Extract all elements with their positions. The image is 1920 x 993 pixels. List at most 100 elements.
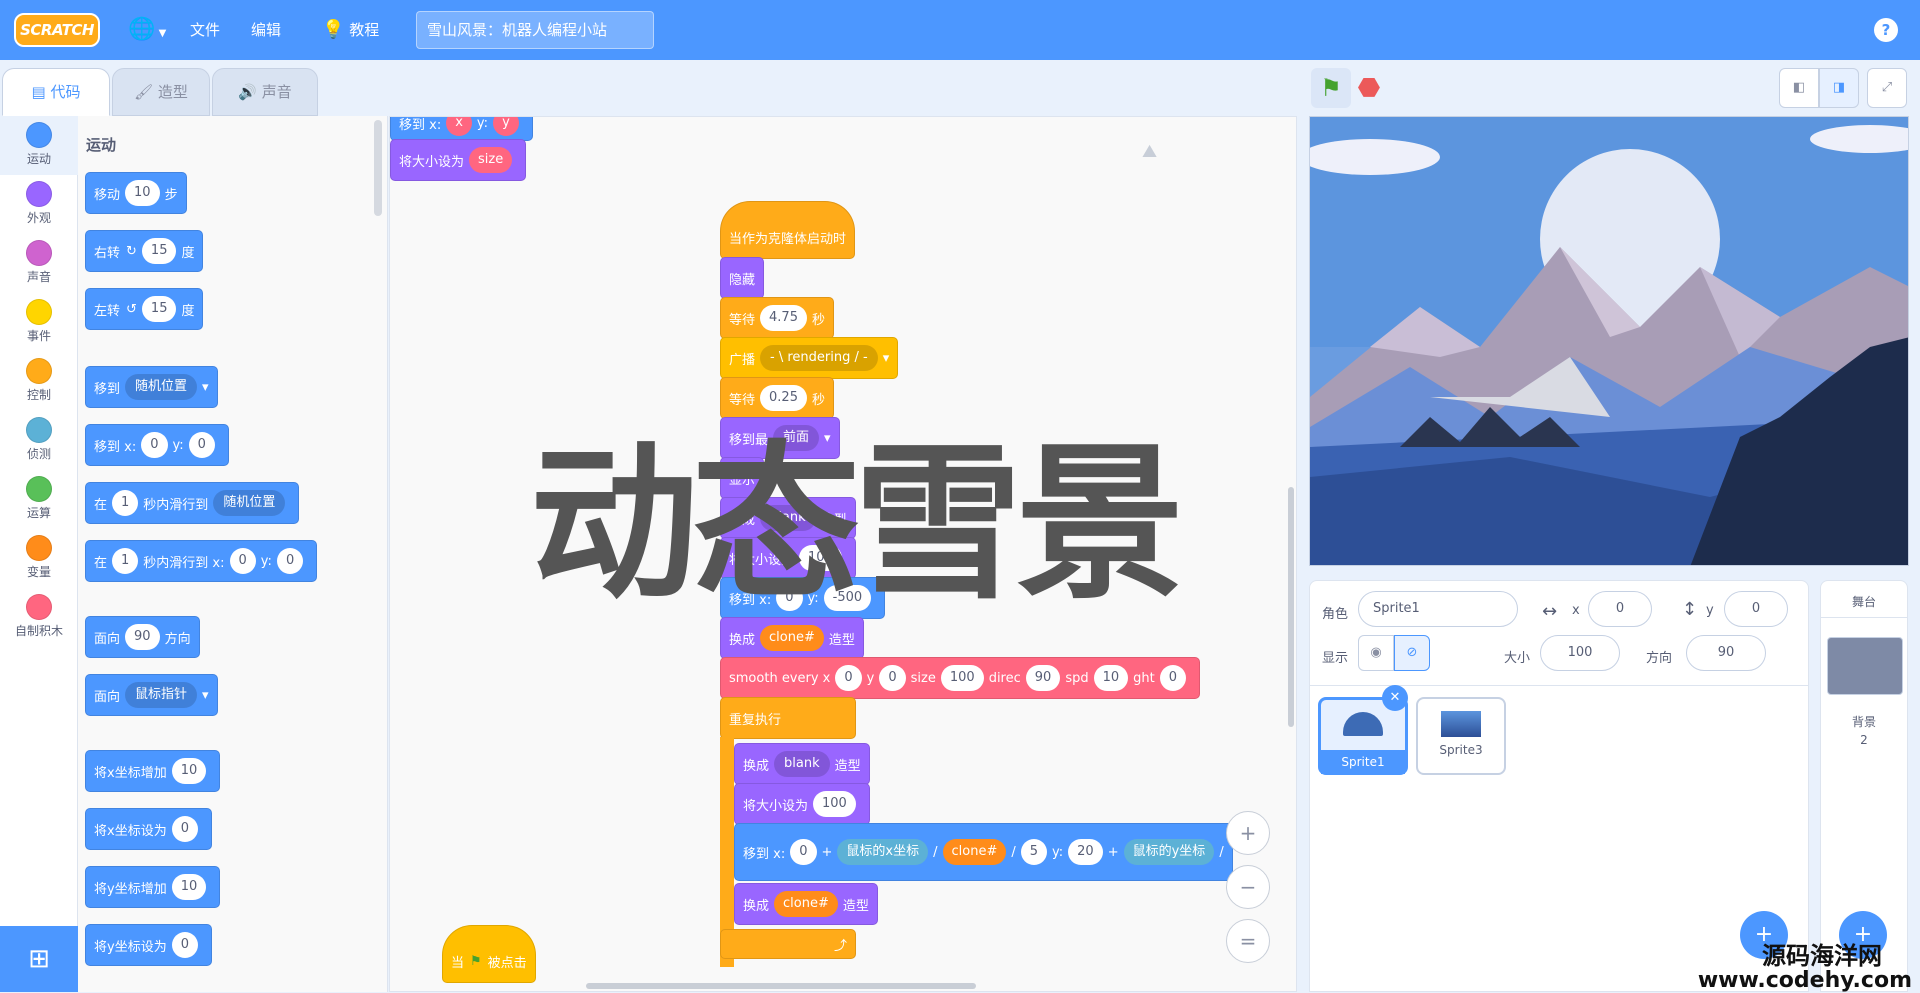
category-menu: 运动 外观 声音 事件 控制 侦测 运算 变量 自制积木 <box>0 116 78 926</box>
category-sound[interactable]: 声音 <box>0 234 78 293</box>
sprite-ghost-icon: ⛰ <box>1142 141 1172 159</box>
show-label: 显示 <box>1322 647 1348 666</box>
block-goto[interactable]: 移到随机位置▾ <box>85 366 218 408</box>
category-events[interactable]: 事件 <box>0 293 78 352</box>
category-label: 声音 <box>27 270 51 284</box>
block-glide-xy[interactable]: 在1秒内滑行到 x:0y:0 <box>85 540 317 582</box>
y-input[interactable]: 0 <box>1724 591 1788 627</box>
eye-slash-icon: ⊘ <box>1407 645 1418 660</box>
block-set-size[interactable]: 将大小设为size <box>390 139 526 181</box>
small-stage-icon: ◧ <box>1793 80 1805 95</box>
block-broadcast[interactable]: 广播- \ rendering / -▾ <box>720 337 898 379</box>
x-input[interactable]: 0 <box>1588 591 1652 627</box>
stage-canvas[interactable] <box>1309 116 1909 566</box>
block-switch-costume[interactable]: 换成blank造型 <box>734 743 870 785</box>
block-change-y[interactable]: 将y坐标增加10 <box>85 866 220 908</box>
show-visible-button[interactable]: ◉ <box>1358 635 1394 671</box>
stage-selector[interactable]: 舞台 背景 2 + <box>1820 580 1908 992</box>
category-dot <box>26 181 52 207</box>
block-hide[interactable]: 隐藏 <box>720 257 764 299</box>
size-input[interactable]: 100 <box>1540 635 1620 671</box>
category-dot <box>26 122 52 148</box>
tutorials-menu[interactable]: 💡 教程 <box>322 0 379 60</box>
block-move-steps[interactable]: 移动10步 <box>85 172 187 214</box>
block-goto-xy[interactable]: 移到 x:xy:y <box>390 116 533 141</box>
category-label: 运动 <box>27 152 51 166</box>
category-label: 变量 <box>27 565 51 579</box>
help-button[interactable]: ? <box>1874 18 1898 42</box>
tab-code[interactable]: ▤ 代码 <box>2 68 110 116</box>
backdrops-count: 2 <box>1821 733 1907 747</box>
tab-sounds-label: 声音 <box>262 83 292 101</box>
fullscreen-button[interactable]: ⤢ <box>1867 68 1907 108</box>
block-point-towards[interactable]: 面向鼠标指针▾ <box>85 674 218 716</box>
block-set-size[interactable]: 将大小设为100 <box>734 783 870 825</box>
workspace-h-scrollbar[interactable] <box>586 983 976 989</box>
category-dot <box>26 240 52 266</box>
small-stage-button[interactable]: ◧ <box>1779 68 1819 108</box>
category-label: 自制积木 <box>15 624 63 638</box>
block-set-y[interactable]: 将y坐标设为0 <box>85 924 212 966</box>
block-when-clone-starts[interactable]: 当作为克隆体启动时 <box>720 201 855 259</box>
project-title-input[interactable]: 雪山风景：机器人编程小站 <box>416 11 654 49</box>
snow-mountain-scene <box>1310 117 1909 566</box>
fullscreen-icon: ⤢ <box>1882 80 1892 95</box>
block-wait[interactable]: 等待4.75秒 <box>720 297 834 339</box>
category-control[interactable]: 控制 <box>0 352 78 411</box>
category-variables[interactable]: 变量 <box>0 529 78 588</box>
block-turn-right[interactable]: 右转↻15度 <box>85 230 203 272</box>
backdrop-thumbnail[interactable] <box>1827 637 1903 695</box>
add-extension-button[interactable]: ⊞ <box>0 926 78 992</box>
block-turn-left[interactable]: 左转↺15度 <box>85 288 203 330</box>
category-my-blocks[interactable]: 自制积木 <box>0 588 78 647</box>
language-menu[interactable]: 🌐 ▼ <box>128 0 166 60</box>
direction-input[interactable]: 90 <box>1686 635 1766 671</box>
category-motion[interactable]: 运动 <box>0 116 78 175</box>
zoom-reset-button[interactable]: = <box>1226 919 1270 963</box>
block-when-flag-clicked[interactable]: 当⚑被点击 <box>442 925 536 983</box>
zoom-in-button[interactable]: + <box>1226 811 1270 855</box>
green-flag-button[interactable]: ⚑ <box>1311 68 1351 108</box>
palette-scrollbar[interactable] <box>374 120 382 216</box>
block-set-x[interactable]: 将x坐标设为0 <box>85 808 212 850</box>
stop-button[interactable]: ⬣ <box>1355 74 1383 102</box>
category-sensing[interactable]: 侦测 <box>0 411 78 470</box>
y-arrows-icon: ↕ <box>1682 599 1697 620</box>
scratch-logo[interactable]: SCRATCH <box>14 13 100 47</box>
tab-costumes-label: 造型 <box>158 83 188 101</box>
block-switch-costume[interactable]: 换成clone#造型 <box>720 617 864 659</box>
delete-sprite-button[interactable]: ✕ <box>1382 685 1408 711</box>
category-looks[interactable]: 外观 <box>0 175 78 234</box>
block-palette: 运动 移动10步 右转↻15度 左转↺15度 移到随机位置▾ 移到 x:0y:0… <box>78 116 388 992</box>
block-custom-smooth[interactable]: smooth every x0y0size100direc90spd10ght0 <box>720 657 1200 699</box>
divider <box>1821 617 1907 618</box>
tab-costumes[interactable]: 🖌 造型 <box>112 68 210 116</box>
forever-bottom: ⤴ <box>720 929 856 959</box>
y-label: y <box>1706 603 1714 618</box>
tab-sounds[interactable]: 🔊 声音 <box>212 68 318 116</box>
block-point-direction[interactable]: 面向90方向 <box>85 616 200 658</box>
x-label: x <box>1572 603 1580 618</box>
watermark-line2: www.codehy.com <box>1698 969 1912 992</box>
edit-menu[interactable]: 编辑 <box>251 0 281 60</box>
block-goto-xy[interactable]: 移到 x:0y:0 <box>85 424 229 466</box>
workspace-v-scrollbar[interactable] <box>1288 487 1294 727</box>
block-wait[interactable]: 等待0.25秒 <box>720 377 834 419</box>
category-operators[interactable]: 运算 <box>0 470 78 529</box>
block-glide[interactable]: 在1秒内滑行到随机位置 <box>85 482 299 524</box>
palette-heading: 运动 <box>86 134 116 155</box>
stage-title: 舞台 <box>1821 593 1907 610</box>
block-switch-costume[interactable]: 换成clone#造型 <box>734 883 878 925</box>
tutorials-label: 教程 <box>349 21 379 39</box>
x-arrows-icon: ↔ <box>1542 601 1557 622</box>
large-stage-button[interactable]: ◨ <box>1819 68 1859 108</box>
show-hidden-button[interactable]: ⊘ <box>1394 635 1430 671</box>
block-forever[interactable]: 重复执行 <box>720 697 856 739</box>
zoom-out-button[interactable]: − <box>1226 865 1270 909</box>
file-menu[interactable]: 文件 <box>190 0 220 60</box>
sprite-costume-icon <box>1343 712 1383 736</box>
sprite-thumb-sprite3[interactable]: Sprite3 <box>1416 697 1506 775</box>
block-change-x[interactable]: 将x坐标增加10 <box>85 750 220 792</box>
sprite-name-input[interactable]: Sprite1 <box>1358 591 1518 627</box>
block-goto-xy[interactable]: 移到 x:0+鼠标的x坐标/clone#/5y:20+鼠标的y坐标/ <box>734 823 1233 881</box>
